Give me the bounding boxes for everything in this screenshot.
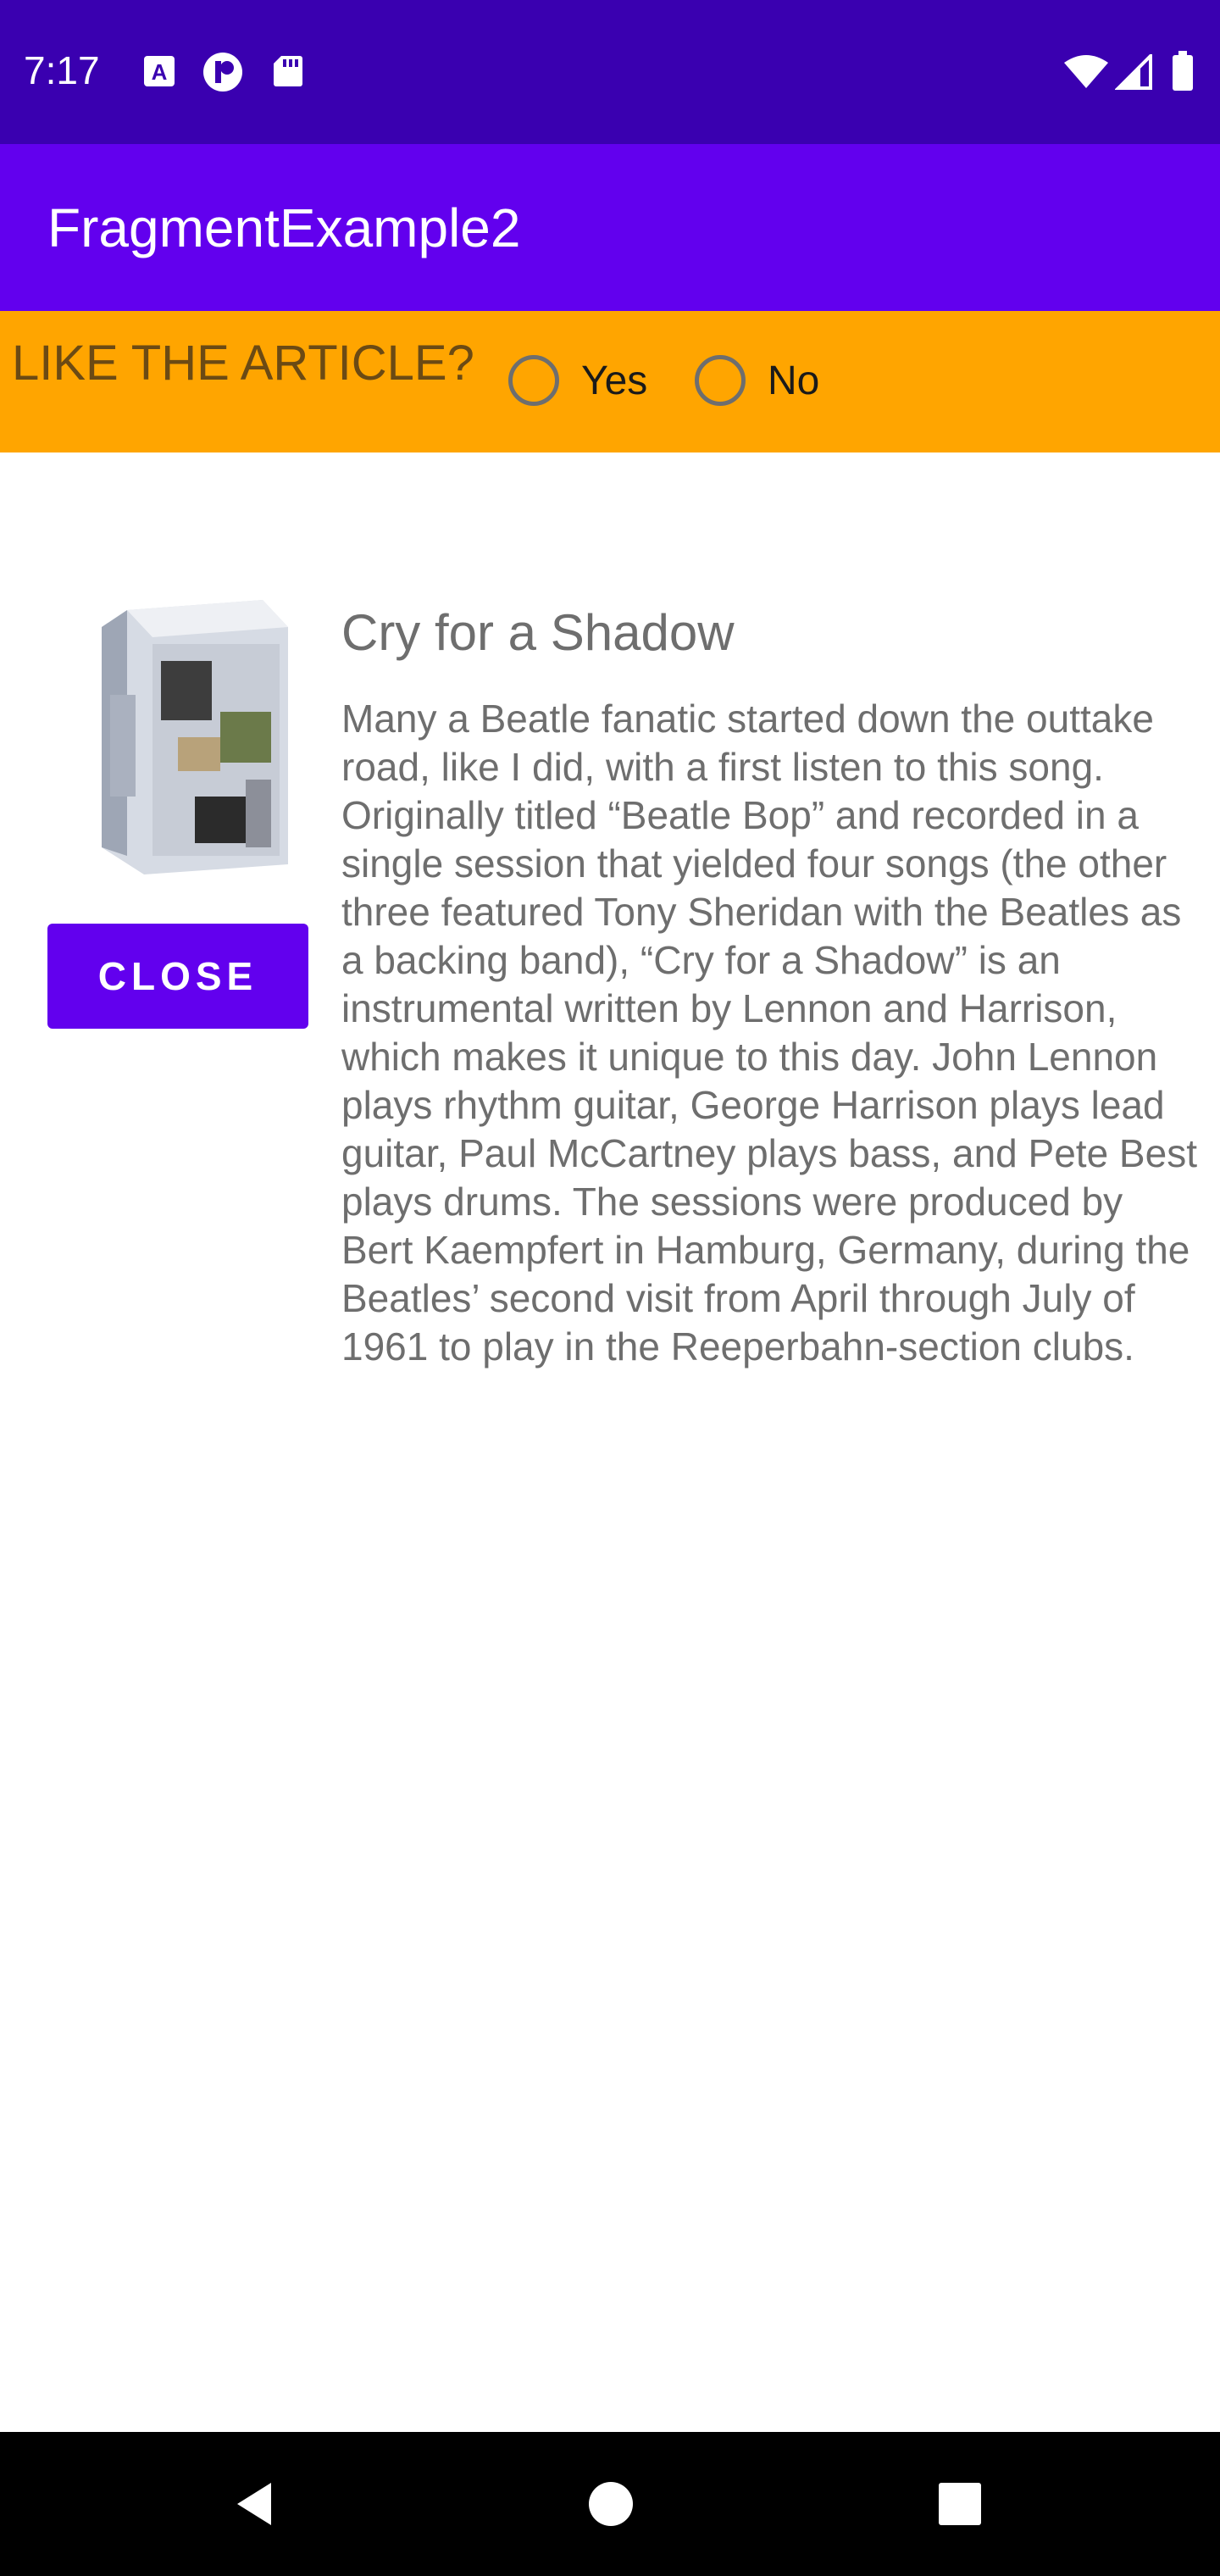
close-button[interactable]: CLOSE	[47, 924, 308, 1029]
album-box-set-image	[102, 600, 288, 874]
radio-yes-label[interactable]: Yes	[581, 358, 647, 404]
battery-icon	[1173, 51, 1193, 91]
back-icon[interactable]	[227, 2474, 286, 2534]
radio-yes[interactable]: Yes	[508, 355, 647, 406]
article-title: Cry for a Shadow	[341, 604, 735, 661]
app-bar: FragmentExample2	[0, 144, 1220, 311]
radio-yes-circle-icon[interactable]	[508, 355, 559, 406]
sd-card-icon	[274, 56, 302, 86]
p-icon	[203, 53, 242, 92]
a-icon: A	[144, 56, 175, 86]
signal-icon	[1115, 54, 1152, 90]
article-body: Many a Beatle fanatic started down the o…	[341, 697, 1197, 1368]
home-icon[interactable]	[581, 2474, 640, 2534]
rating-bar: LIKE THE ARTICLE? Yes No	[0, 311, 1220, 452]
navigation-bar	[0, 2432, 1220, 2576]
radio-no-circle-icon[interactable]	[695, 355, 746, 406]
status-time: 7:17	[24, 48, 100, 92]
radio-no[interactable]: No	[695, 355, 819, 406]
rating-question: LIKE THE ARTICLE?	[12, 336, 474, 391]
radio-no-label[interactable]: No	[768, 358, 819, 404]
app-title: FragmentExample2	[47, 197, 521, 258]
svg-text:A: A	[152, 59, 168, 85]
wifi-icon	[1064, 55, 1108, 88]
recents-icon[interactable]	[930, 2474, 990, 2534]
status-bar: 7:17 A	[0, 0, 1220, 144]
